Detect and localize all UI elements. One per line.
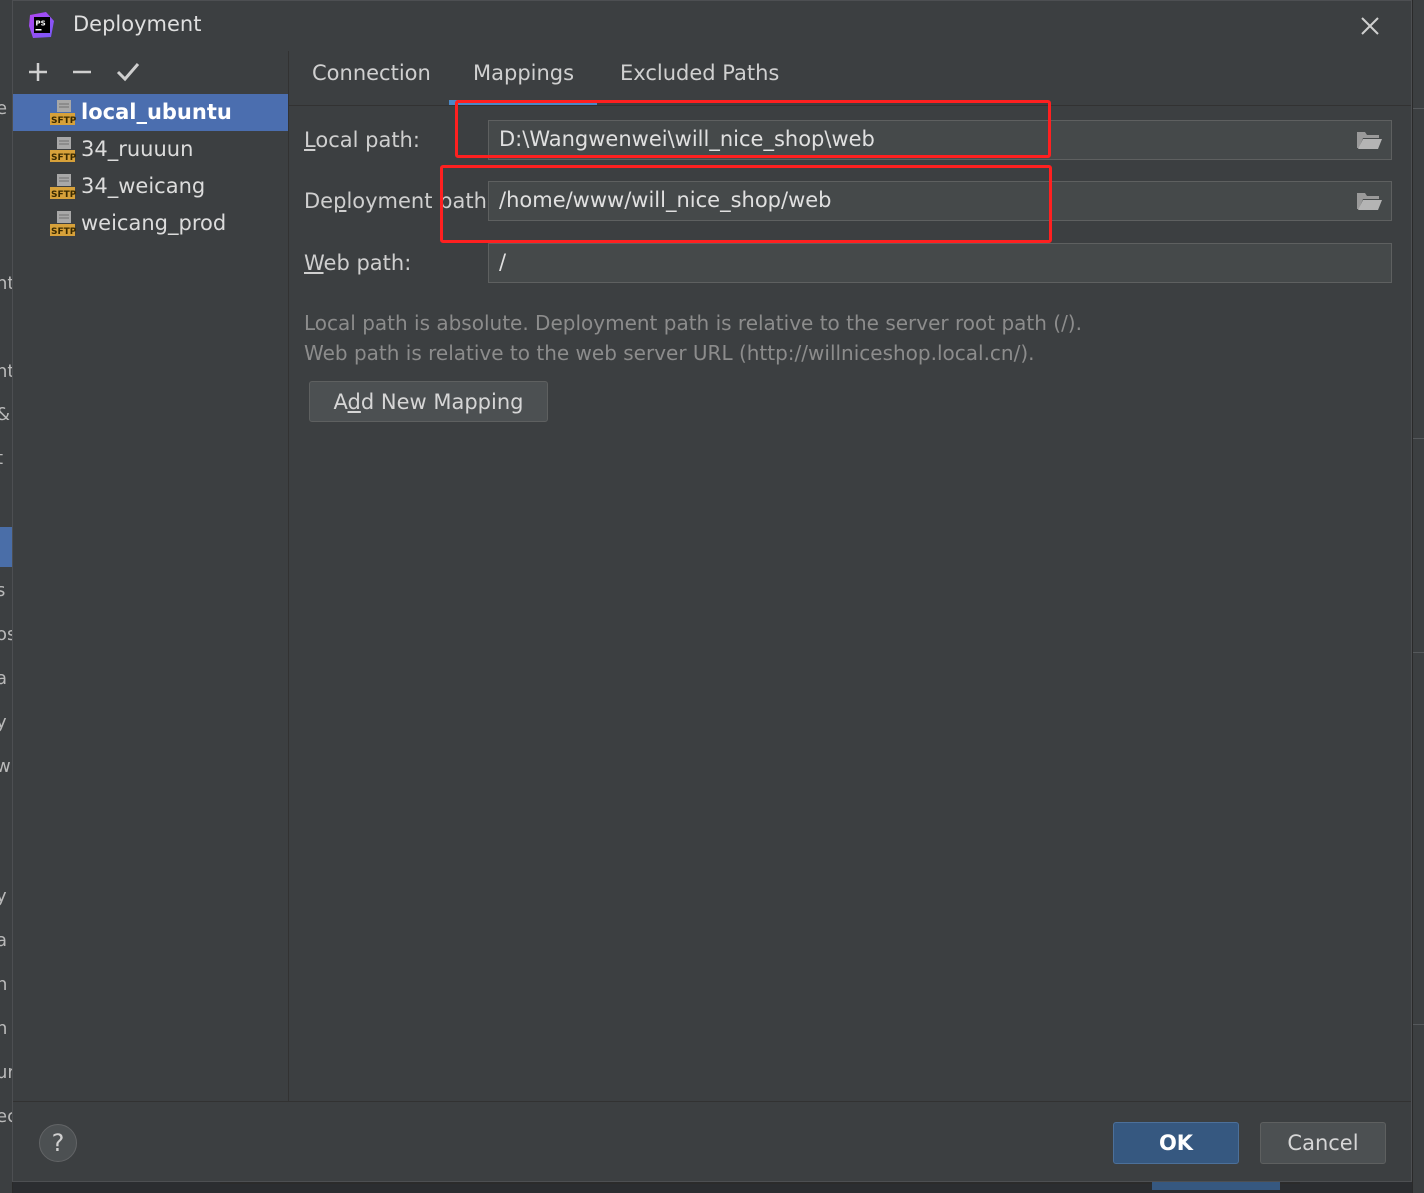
background-text: t <box>0 448 12 470</box>
web-path-field[interactable]: / <box>488 243 1392 283</box>
dialog-footer: ? OK Cancel <box>13 1101 1411 1184</box>
server-name: 34_ruuuun <box>81 137 194 161</box>
hint-text: Local path is absolute. Deployment path … <box>304 311 1082 335</box>
button-text: d New Mapping <box>360 390 524 414</box>
tab-bar: Connection Mappings Excluded Paths <box>289 51 1411 106</box>
background-selection <box>0 527 12 567</box>
mnemonic-char: L <box>304 128 316 152</box>
check-icon[interactable] <box>113 57 143 87</box>
annotation-box <box>440 165 1052 243</box>
web-path-value: / <box>499 250 507 274</box>
background-divider <box>1413 652 1424 653</box>
sftp-badge-text: SFTP <box>51 190 77 200</box>
server-toolbar <box>23 57 283 87</box>
background-text: os <box>0 624 12 645</box>
mnemonic-char: p <box>333 189 347 213</box>
background-text: n <box>0 1018 8 1039</box>
background-text: y <box>0 886 7 907</box>
server-name: weicang_prod <box>81 211 227 235</box>
server-item-34-ruuuun[interactable]: SFTP 34_ruuuun <box>13 131 288 168</box>
server-name: 34_weicang <box>81 174 206 198</box>
background-text: a <box>0 930 8 951</box>
tab-excluded-paths[interactable]: Excluded Paths <box>620 61 779 105</box>
ok-button[interactable]: OK <box>1113 1122 1239 1164</box>
hint-text: Web path is relative to the web server U… <box>304 341 1035 365</box>
add-new-mapping-button[interactable]: Add New Mapping <box>309 381 548 422</box>
folder-open-icon[interactable] <box>1355 128 1383 152</box>
server-list: SFTP local_ubuntu SFTP 34_ruuuun SFTP 34… <box>13 94 288 242</box>
server-name: local_ubuntu <box>81 100 232 124</box>
background-divider <box>1413 438 1424 439</box>
background-ide-right <box>1412 0 1424 1193</box>
server-settings-panel: Connection Mappings Excluded Paths Local… <box>289 51 1411 1101</box>
background-text: ec <box>0 1106 12 1127</box>
background-divider <box>1413 108 1424 109</box>
dialog-title: Deployment <box>73 12 202 36</box>
phpstorm-app-icon: PS <box>29 12 54 38</box>
button-text: A <box>333 390 348 414</box>
background-text: n <box>0 974 8 995</box>
sftp-badge-text: SFTP <box>51 227 77 237</box>
sftp-server-icon: SFTP <box>50 100 77 126</box>
background-text: nt <box>0 273 12 294</box>
background-divider <box>1413 1024 1424 1025</box>
help-button[interactable]: ? <box>39 1124 77 1162</box>
server-item-local-ubuntu[interactable]: SFTP local_ubuntu <box>13 94 288 131</box>
tab-mappings[interactable]: Mappings <box>473 61 574 105</box>
sftp-badge-text: SFTP <box>51 116 77 126</box>
server-item-weicang-prod[interactable]: SFTP weicang_prod <box>13 205 288 242</box>
folder-open-icon[interactable] <box>1355 189 1383 213</box>
background-text: nt <box>0 361 12 382</box>
app-icon-text: PS <box>36 20 46 28</box>
minus-icon[interactable] <box>67 57 97 87</box>
background-text: a <box>0 668 8 689</box>
mnemonic-char: d <box>347 390 361 414</box>
label-text: ocal path: <box>315 128 420 152</box>
server-item-34-weicang[interactable]: SFTP 34_weicang <box>13 168 288 205</box>
background-text: y <box>0 712 7 733</box>
plus-icon[interactable] <box>23 57 53 87</box>
deployment-dialog: PS Deployment SFTP local_ubuntu SFTP 34_… <box>12 0 1412 1182</box>
web-path-label: Web path: <box>304 251 411 275</box>
mnemonic-char: W <box>304 251 324 275</box>
sftp-badge-text: SFTP <box>51 153 77 163</box>
close-icon[interactable] <box>1353 9 1387 43</box>
sftp-server-icon: SFTP <box>50 174 77 200</box>
sftp-server-icon: SFTP <box>50 137 77 163</box>
background-text: ur <box>0 1062 12 1083</box>
title-bar: PS Deployment <box>13 1 1411 51</box>
background-text: s <box>0 580 6 601</box>
background-text: e c <box>0 98 12 119</box>
background-text: & <box>0 404 12 426</box>
background-text: w <box>0 756 11 777</box>
cancel-button[interactable]: Cancel <box>1260 1122 1386 1164</box>
annotation-box <box>455 100 1051 158</box>
sftp-server-icon: SFTP <box>50 211 77 237</box>
server-list-panel: SFTP local_ubuntu SFTP 34_ruuuun SFTP 34… <box>13 51 289 1101</box>
label-text: De <box>304 189 334 213</box>
local-path-label: Local path: <box>304 128 420 152</box>
tab-connection[interactable]: Connection <box>312 61 431 105</box>
label-text: eb path: <box>323 251 412 275</box>
